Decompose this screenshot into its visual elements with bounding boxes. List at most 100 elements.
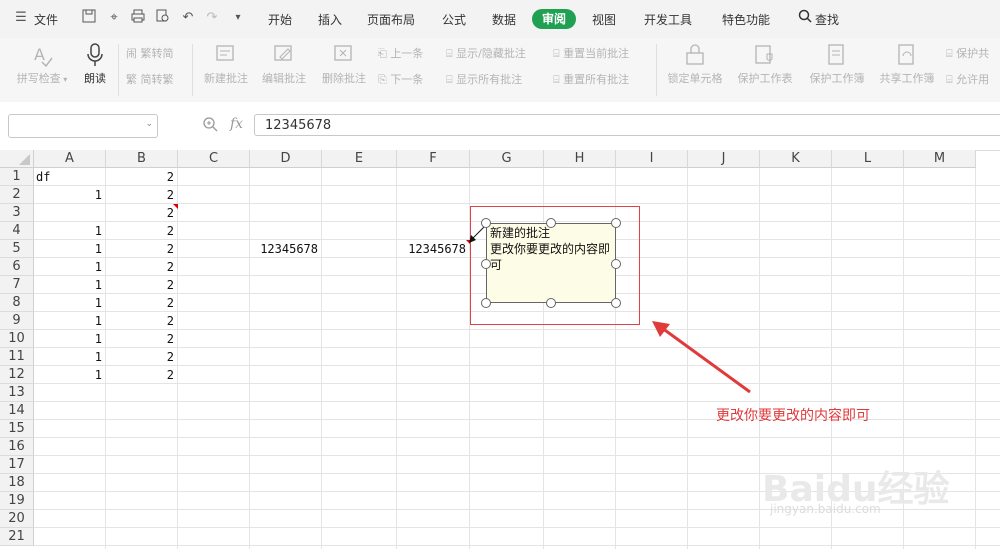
cell-d5[interactable]: 12345678 — [252, 240, 318, 258]
zoom-icon[interactable] — [202, 116, 220, 134]
column-header[interactable]: I — [616, 150, 688, 168]
format-painter-icon[interactable]: ⌖ — [105, 9, 123, 27]
row-header[interactable]: 10 — [0, 330, 34, 348]
resize-handle[interactable] — [611, 218, 621, 228]
cell-b5[interactable]: 2 — [108, 240, 174, 258]
print-icon[interactable] — [129, 9, 147, 27]
name-box[interactable]: ⌄ — [8, 114, 158, 138]
previous-comment-button[interactable]: ⎗ 上一条 — [378, 45, 423, 61]
cell-a8[interactable]: 1 — [36, 294, 102, 312]
cell-a6[interactable]: 1 — [36, 258, 102, 276]
row-header[interactable]: 20 — [0, 510, 34, 528]
edit-comment-button[interactable]: 编辑批注 — [258, 42, 310, 86]
comment-box[interactable]: 新建的批注 更改你要更改的内容即 可 — [486, 223, 616, 303]
column-header[interactable]: B — [106, 150, 178, 168]
redo-icon[interactable]: ↷ — [203, 9, 221, 27]
row-header[interactable]: 11 — [0, 348, 34, 366]
search-label[interactable]: 查找 — [815, 11, 839, 28]
read-aloud-button[interactable]: 朗读 — [80, 42, 110, 86]
cell-a9[interactable]: 1 — [36, 312, 102, 330]
row-header[interactable]: 9 — [0, 312, 34, 330]
cell-b8[interactable]: 2 — [108, 294, 174, 312]
cell-a1[interactable]: df — [36, 168, 102, 186]
tab-formulas[interactable]: 公式 — [442, 11, 466, 28]
simp-to-trad-button[interactable]: 繁 简转繁 — [126, 71, 174, 87]
undo-icon[interactable]: ↶ — [179, 9, 197, 27]
row-header[interactable]: 21 — [0, 528, 34, 546]
column-header[interactable]: F — [397, 150, 470, 168]
customize-quick-access-icon[interactable]: ▾ — [229, 9, 247, 27]
reset-all-comments-button[interactable]: ⌸ 重置所有批注 — [553, 71, 629, 87]
name-box-dropdown-icon[interactable]: ⌄ — [145, 119, 153, 129]
row-header[interactable]: 19 — [0, 492, 34, 510]
cell-b7[interactable]: 2 — [108, 276, 174, 294]
tab-special-features[interactable]: 特色功能 — [722, 11, 770, 28]
column-header[interactable]: L — [832, 150, 904, 168]
tab-home[interactable]: 开始 — [268, 11, 292, 28]
column-header[interactable]: E — [322, 150, 397, 168]
tab-review[interactable]: 审阅 — [532, 9, 576, 29]
protect-workbook-button[interactable]: 保护工作簿 — [806, 42, 868, 86]
hamburger-menu-icon[interactable]: ☰ — [12, 9, 30, 27]
cell-a2[interactable]: 1 — [36, 186, 102, 204]
select-all-corner[interactable] — [0, 150, 34, 168]
print-preview-icon[interactable] — [154, 9, 172, 27]
resize-handle[interactable] — [546, 218, 556, 228]
resize-handle[interactable] — [611, 298, 621, 308]
column-header[interactable]: D — [250, 150, 322, 168]
spell-check-button[interactable]: A 拼写检查 ▾ — [12, 42, 72, 86]
resize-handle[interactable] — [481, 218, 491, 228]
column-header[interactable]: K — [760, 150, 832, 168]
resize-handle[interactable] — [611, 259, 621, 269]
column-header[interactable]: C — [178, 150, 250, 168]
cell-f5[interactable]: 12345678 — [399, 240, 466, 258]
show-hide-comment-button[interactable]: ⌸ 显示/隐藏批注 — [446, 45, 526, 61]
row-header[interactable]: 15 — [0, 420, 34, 438]
reset-current-comment-button[interactable]: ⌸ 重置当前批注 — [553, 45, 629, 61]
cell-b10[interactable]: 2 — [108, 330, 174, 348]
cell-b12[interactable]: 2 — [108, 366, 174, 384]
cell-a4[interactable]: 1 — [36, 222, 102, 240]
cell-b3[interactable]: 2 — [108, 204, 174, 222]
cell-a11[interactable]: 1 — [36, 348, 102, 366]
share-workbook-button[interactable]: 共享工作簿 — [876, 42, 938, 86]
column-header[interactable]: H — [544, 150, 616, 168]
resize-handle[interactable] — [481, 298, 491, 308]
row-header[interactable]: 5 — [0, 240, 34, 258]
allow-users-button[interactable]: ⌸ 允许用 — [946, 71, 989, 87]
cell-a12[interactable]: 1 — [36, 366, 102, 384]
row-header[interactable]: 17 — [0, 456, 34, 474]
fx-icon[interactable]: fx — [230, 116, 243, 132]
cell-b1[interactable]: 2 — [108, 168, 174, 186]
column-header[interactable]: J — [688, 150, 760, 168]
tab-page-layout[interactable]: 页面布局 — [367, 11, 415, 28]
row-header[interactable]: 1 — [0, 168, 34, 186]
row-header[interactable]: 3 — [0, 204, 34, 222]
cell-b4[interactable]: 2 — [108, 222, 174, 240]
row-header[interactable]: 16 — [0, 438, 34, 456]
column-header[interactable]: G — [470, 150, 544, 168]
row-header[interactable]: 14 — [0, 402, 34, 420]
cell-b2[interactable]: 2 — [108, 186, 174, 204]
cell-a7[interactable]: 1 — [36, 276, 102, 294]
search-icon[interactable] — [796, 9, 814, 27]
resize-handle[interactable] — [546, 298, 556, 308]
row-header[interactable]: 18 — [0, 474, 34, 492]
cell-b11[interactable]: 2 — [108, 348, 174, 366]
delete-comment-button[interactable]: 删除批注 — [318, 42, 370, 86]
column-header[interactable]: A — [34, 150, 106, 168]
row-header[interactable]: 8 — [0, 294, 34, 312]
row-header[interactable]: 2 — [0, 186, 34, 204]
cell-a5[interactable]: 1 — [36, 240, 102, 258]
column-header[interactable]: M — [904, 150, 976, 168]
protect-share-button[interactable]: ⌸ 保护共 — [946, 45, 989, 61]
row-header[interactable]: 6 — [0, 258, 34, 276]
cell-b6[interactable]: 2 — [108, 258, 174, 276]
tab-developer[interactable]: 开发工具 — [644, 11, 692, 28]
row-header[interactable]: 13 — [0, 384, 34, 402]
save-icon[interactable] — [80, 9, 98, 27]
tab-data[interactable]: 数据 — [492, 11, 516, 28]
tab-view[interactable]: 视图 — [592, 11, 616, 28]
trad-to-simp-button[interactable]: 闹 繁转简 — [126, 45, 174, 61]
cell-b9[interactable]: 2 — [108, 312, 174, 330]
